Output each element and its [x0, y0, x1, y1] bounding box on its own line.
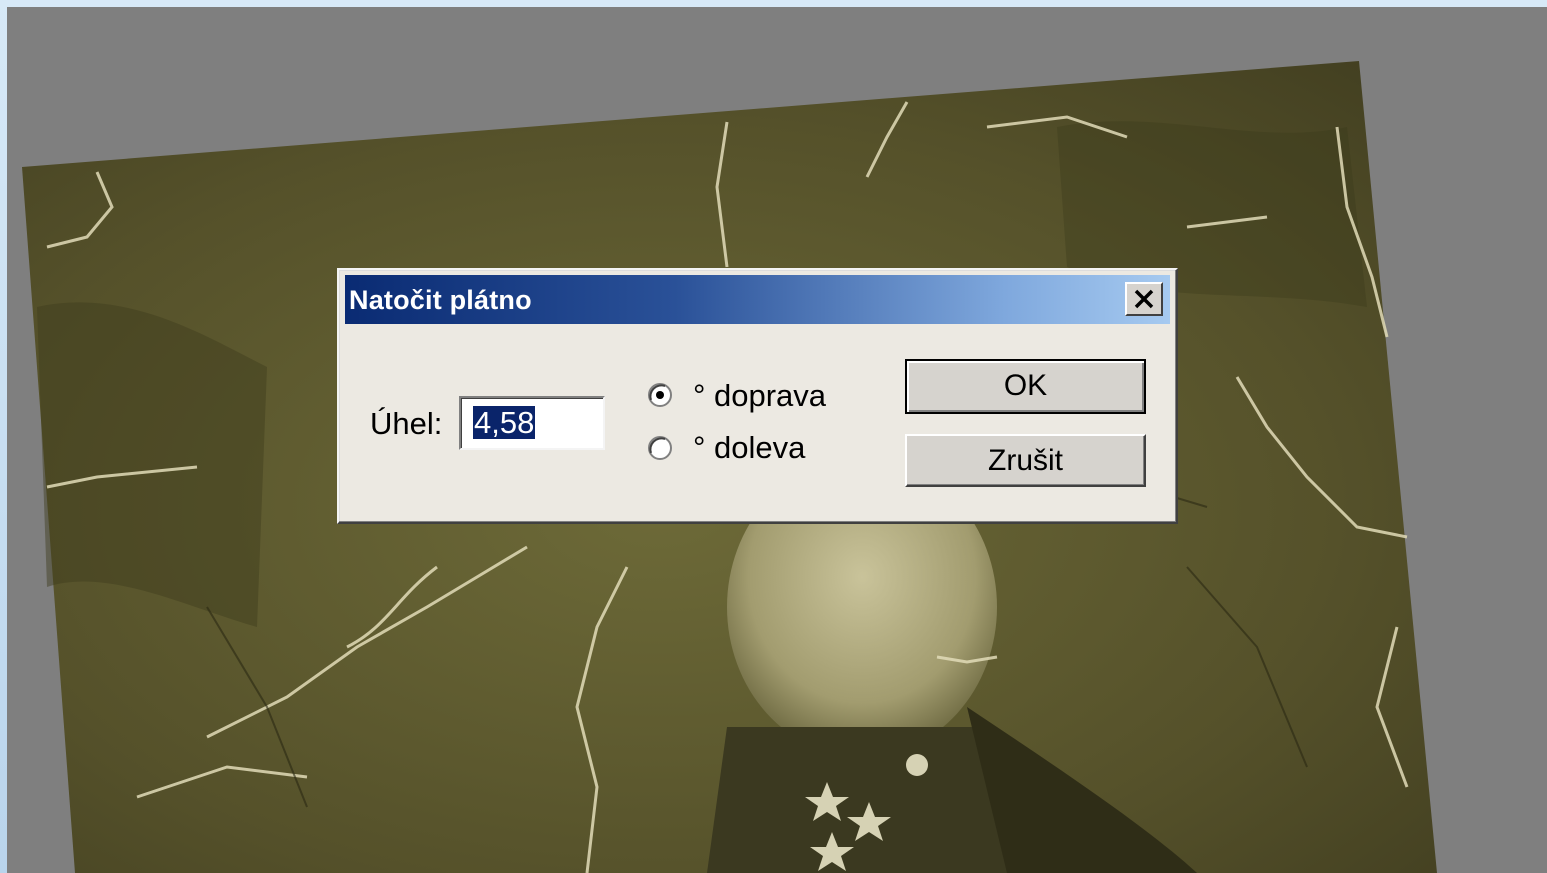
angle-input[interactable]: 4,58 [459, 396, 605, 450]
radio-left[interactable] [647, 435, 673, 461]
close-icon [1134, 289, 1154, 309]
ok-button[interactable]: OK [905, 359, 1146, 414]
radio-left-label[interactable]: ° doleva [693, 430, 805, 466]
radio-right-label[interactable]: ° doprava [693, 378, 826, 414]
canvas-workspace[interactable]: Natočit plátno Úhel: 4,58 ° doprava ° do… [7, 7, 1547, 873]
cancel-button[interactable]: Zrušit [905, 434, 1146, 487]
dialog-title: Natočit plátno [349, 285, 532, 315]
window-frame: Natočit plátno Úhel: 4,58 ° doprava ° do… [0, 0, 1547, 873]
rotate-canvas-dialog: Natočit plátno Úhel: 4,58 ° doprava ° do… [337, 268, 1178, 524]
radio-right[interactable] [647, 382, 673, 408]
angle-value: 4,58 [473, 405, 536, 440]
angle-label: Úhel: [370, 406, 443, 441]
close-button[interactable] [1125, 282, 1163, 316]
dialog-title-bar[interactable]: Natočit plátno [345, 275, 1170, 324]
